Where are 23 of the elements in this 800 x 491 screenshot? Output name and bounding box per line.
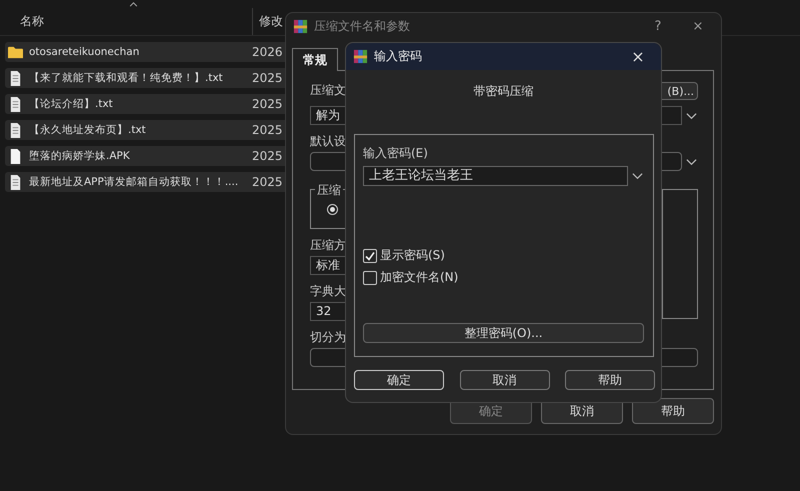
dialog-heading: 带密码压缩 (472, 83, 534, 100)
checkbox-label: 加密文件名(N) (380, 269, 458, 286)
field-label: 压缩方 (310, 237, 346, 254)
field-label: 字典大 (310, 283, 346, 300)
modified-date: 2025 (252, 175, 283, 189)
checkbox-label: 显示密码(S) (380, 247, 445, 264)
modified-date: 2025 (252, 149, 283, 163)
field-label: 切分为 (310, 329, 346, 346)
file-name: 堕落的病娇学妹.APK (28, 149, 131, 163)
file-name: 最新地址及APP请发邮箱自动获取！！！.... (28, 175, 240, 189)
field-label: 输入密码(E) (363, 145, 428, 162)
file-name: 【来了就能下载和观看！纯免费！】.txt (28, 71, 224, 85)
field-label: 默认设 (310, 133, 346, 150)
modified-date: 2025 (252, 71, 283, 85)
modified-date: 2025 (252, 97, 283, 111)
file-name: 【论坛介绍】.txt (28, 97, 114, 111)
field-label: 压缩文 (310, 82, 346, 99)
file-name: otosareteikuonechan (28, 46, 140, 58)
modified-date: 2026 (252, 45, 283, 59)
window-title: 压缩文件名和参数 (314, 18, 410, 34)
modified-date: 2025 (252, 123, 283, 137)
file-name: 【永久地址发布页】.txt (28, 123, 147, 137)
window-title: 输入密码 (374, 48, 422, 65)
